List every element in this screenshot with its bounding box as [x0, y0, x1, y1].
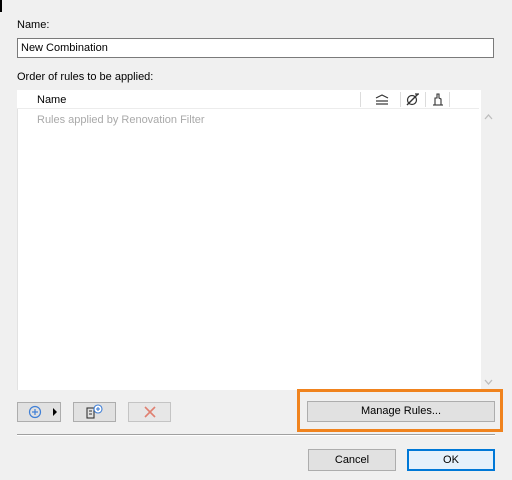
ok-button[interactable]: OK: [407, 449, 495, 471]
override-icon[interactable]: [405, 92, 421, 106]
triangle-right-icon: [53, 408, 57, 416]
red-x-icon: [144, 406, 156, 418]
cancel-button[interactable]: Cancel: [308, 449, 396, 471]
list-item: Rules applied by Renovation Filter: [37, 114, 205, 126]
manage-rules-button[interactable]: Manage Rules...: [307, 401, 495, 422]
plus-circle-icon: [28, 405, 42, 419]
delete-rule-button[interactable]: [128, 402, 171, 422]
header-separator: [360, 92, 361, 107]
header-separator: [400, 92, 401, 107]
scroll-up-arrow-icon[interactable]: [483, 112, 494, 122]
name-label: Name:: [17, 19, 50, 31]
divider: [17, 435, 495, 436]
column-header-name[interactable]: Name: [37, 94, 66, 106]
header-separator: [425, 92, 426, 107]
name-input[interactable]: New Combination: [17, 38, 494, 58]
window-edge: [0, 0, 2, 12]
header-separator: [449, 92, 450, 107]
add-rule-icon: [86, 404, 103, 419]
rules-order-label: Order of rules to be applied:: [17, 71, 154, 83]
new-rule-button[interactable]: [73, 402, 116, 422]
rules-list[interactable]: [17, 90, 481, 390]
hand-icon[interactable]: [430, 92, 446, 106]
layers-icon[interactable]: [374, 92, 390, 106]
add-rule-dropdown-button[interactable]: [17, 402, 61, 422]
scroll-down-arrow-icon[interactable]: [483, 377, 494, 387]
